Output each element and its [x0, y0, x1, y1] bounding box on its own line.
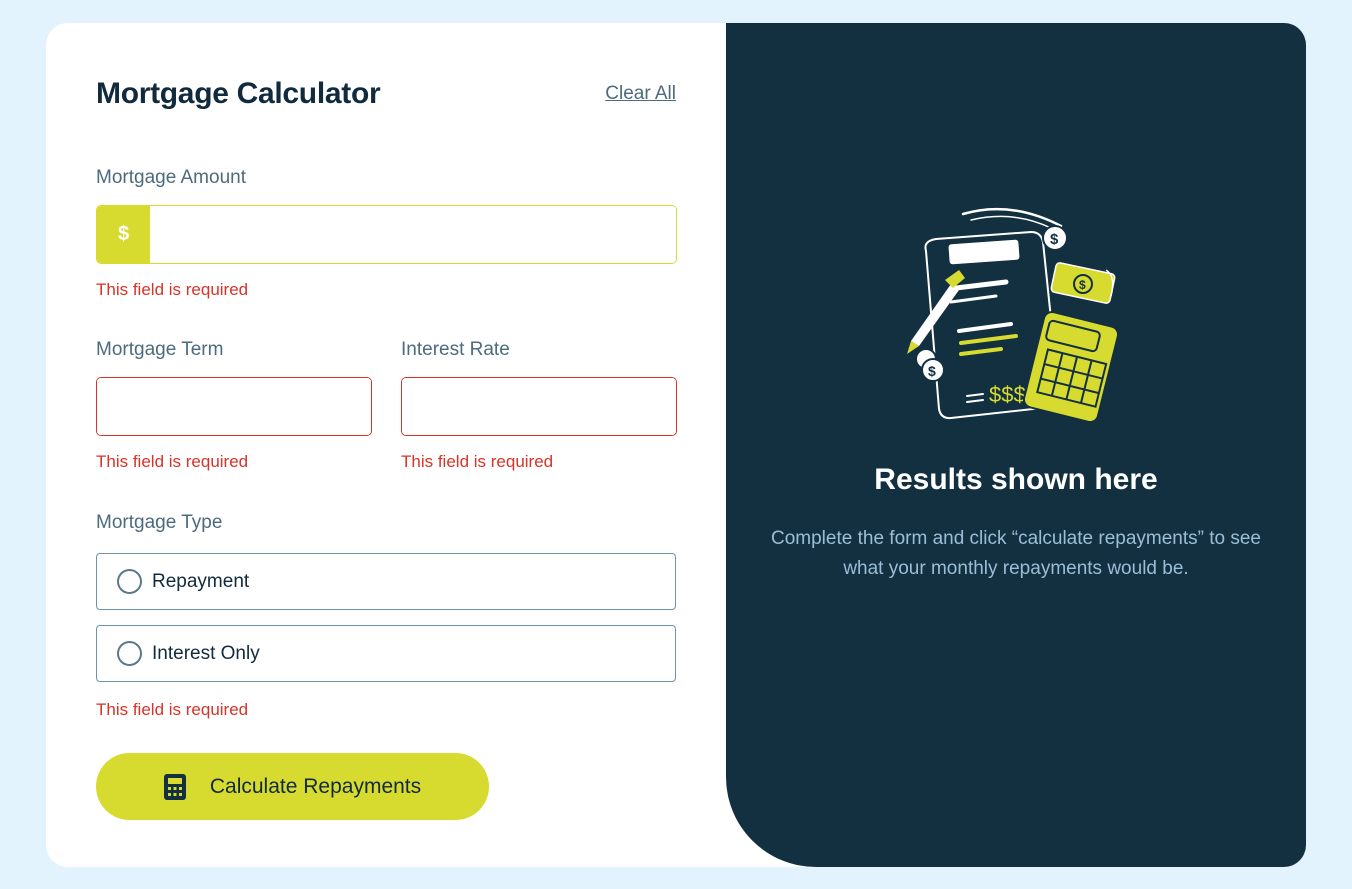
results-description: Complete the form and click “calculate r… [771, 528, 1261, 579]
mortgage-amount-input[interactable] [150, 206, 676, 263]
radio-unchecked-icon[interactable] [117, 569, 142, 594]
rate-label: Interest Rate [401, 339, 510, 360]
radio-interest-only[interactable]: Interest Only [96, 625, 676, 682]
interest-rate-input[interactable] [402, 378, 676, 435]
amount-field-group: Mortgage Amount $ This field is required [96, 167, 677, 300]
svg-text:$$$: $$$ [989, 382, 1026, 407]
form-header: Mortgage Calculator Clear All [96, 73, 676, 115]
rate-error: This field is required [401, 452, 554, 471]
results-title: Results shown here [874, 463, 1158, 496]
calculate-button-label: Calculate Repayments [209, 774, 422, 798]
amount-input-wrap: $ [96, 205, 677, 264]
mortgage-term-input[interactable] [97, 378, 371, 435]
radio-repayment-label: Repayment [152, 570, 250, 592]
term-input-wrap: years [96, 377, 372, 436]
clear-all-link[interactable]: Clear All [605, 83, 676, 105]
term-label: Mortgage Term [96, 339, 224, 360]
rate-input-wrap: % [401, 377, 677, 436]
radio-interest-only-label: Interest Only [152, 642, 260, 664]
calculator-icon [163, 773, 186, 800]
svg-text:$: $ [1050, 231, 1059, 248]
empty-results-illustration: $$$ $ $ $ [907, 207, 1120, 421]
rate-field-group: Interest Rate % This field is required [401, 339, 677, 472]
form-panel: Mortgage Calculator Clear All Mortgage A… [46, 23, 726, 867]
amount-error: This field is required [96, 280, 249, 299]
amount-label: Mortgage Amount [96, 167, 246, 188]
mortgage-card: Mortgage Calculator Clear All Mortgage A… [46, 23, 1306, 867]
radio-unchecked-icon[interactable] [117, 641, 142, 666]
term-error: This field is required [96, 452, 249, 471]
term-field-group: Mortgage Term years This field is requir… [96, 339, 372, 472]
svg-text:$: $ [1079, 278, 1086, 292]
svg-text:$: $ [928, 363, 936, 379]
dollar-prefix: $ [97, 206, 150, 263]
radio-repayment[interactable]: Repayment [96, 553, 676, 610]
type-label: Mortgage Type [96, 512, 223, 533]
calculate-button[interactable]: Calculate Repayments [96, 753, 489, 820]
page-title: Mortgage Calculator [96, 77, 381, 110]
type-error: This field is required [96, 700, 249, 719]
results-panel: $$$ $ $ $ Results shown here Complete th… [726, 23, 1306, 867]
